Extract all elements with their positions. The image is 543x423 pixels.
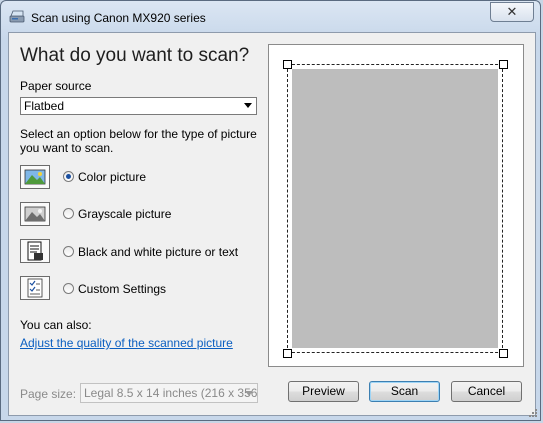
paper-source-select[interactable]: Flatbed xyxy=(20,97,257,115)
page-size-value: Legal 8.5 x 14 inches (216 x 356 xyxy=(84,386,258,400)
page-title: What do you want to scan? xyxy=(20,45,250,66)
radio-color-picture[interactable] xyxy=(63,171,74,182)
crop-handle-bottom-right[interactable] xyxy=(499,349,508,358)
scan-preview-pane[interactable] xyxy=(268,44,524,367)
scanner-icon xyxy=(9,10,25,23)
crop-handle-top-left[interactable] xyxy=(283,60,292,69)
radio-grayscale-picture[interactable] xyxy=(63,208,74,219)
paper-source-label: Paper source xyxy=(20,79,92,93)
grayscale-picture-icon[interactable] xyxy=(20,202,50,226)
you-can-also-label: You can also: xyxy=(20,318,92,332)
paper-source-value: Flatbed xyxy=(24,99,65,113)
option-bw-picture-text-label[interactable]: Black and white picture or text xyxy=(78,245,238,259)
bw-text-icon[interactable] xyxy=(20,239,50,263)
title-bar[interactable]: Scan using Canon MX920 series ✕ xyxy=(1,1,540,33)
page-size-select[interactable]: Legal 8.5 x 14 inches (216 x 356 xyxy=(80,383,258,403)
scan-dialog-window: Scan using Canon MX920 series ✕ What do … xyxy=(0,0,541,421)
chevron-down-icon xyxy=(244,103,252,108)
cancel-button[interactable]: Cancel xyxy=(451,381,522,402)
option-color-picture-label[interactable]: Color picture xyxy=(78,170,146,184)
radio-custom-settings[interactable] xyxy=(63,283,74,294)
crop-handle-bottom-left[interactable] xyxy=(283,349,292,358)
crop-handle-top-right[interactable] xyxy=(499,60,508,69)
dialog-content: What do you want to scan? Paper source F… xyxy=(8,32,536,416)
scan-area-selection[interactable] xyxy=(287,64,503,353)
adjust-quality-link[interactable]: Adjust the quality of the scanned pictur… xyxy=(20,336,233,350)
close-icon: ✕ xyxy=(506,4,518,19)
resize-grip-icon[interactable] xyxy=(528,408,538,418)
option-custom-settings-label[interactable]: Custom Settings xyxy=(78,282,166,296)
page-size-label: Page size: xyxy=(20,387,77,401)
preview-button[interactable]: Preview xyxy=(288,381,359,402)
instruction-text: Select an option below for the type of p… xyxy=(20,127,257,155)
window-title: Scan using Canon MX920 series xyxy=(31,11,206,25)
radio-bw-picture-text[interactable] xyxy=(63,246,74,257)
color-picture-icon[interactable] xyxy=(20,165,50,189)
close-button[interactable]: ✕ xyxy=(490,2,534,22)
scan-button[interactable]: Scan xyxy=(369,381,440,402)
option-grayscale-picture-label[interactable]: Grayscale picture xyxy=(78,207,171,221)
preview-image-area xyxy=(292,69,498,348)
chevron-down-icon xyxy=(245,391,253,396)
custom-settings-icon[interactable] xyxy=(20,276,50,300)
